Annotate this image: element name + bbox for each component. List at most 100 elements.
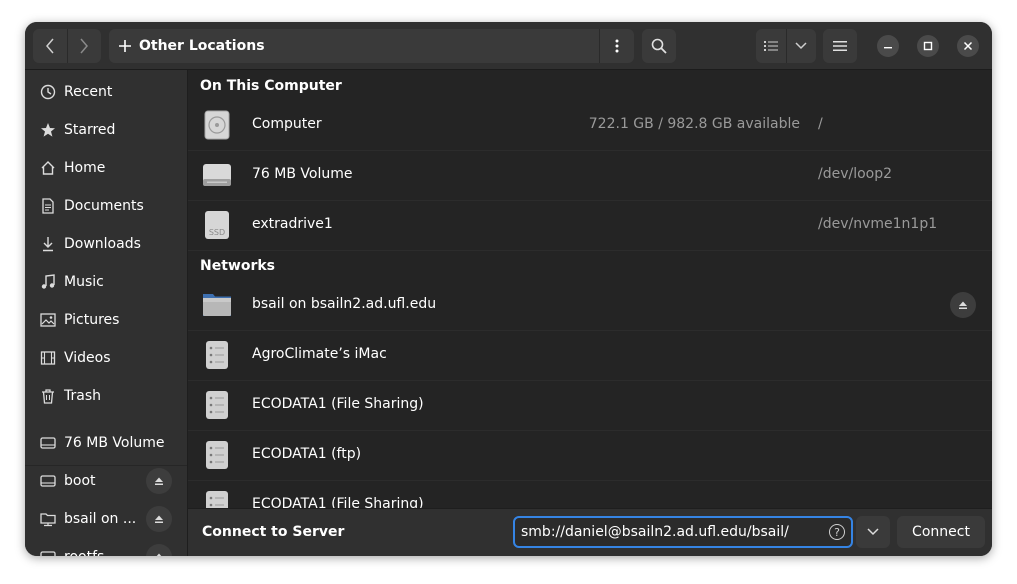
trash-icon	[39, 387, 57, 405]
section-heading-networks: Networks	[200, 258, 276, 274]
forward-button[interactable]	[67, 29, 101, 63]
minimize-icon	[884, 47, 892, 49]
sidebar-item-label: Recent	[64, 84, 113, 100]
maximize-icon	[923, 41, 933, 51]
location-row-bsail[interactable]: bsail on bsailn2.ad.ufl.edu	[188, 280, 992, 331]
hamburger-icon	[833, 41, 847, 51]
other-locations-view: On This Computer Computer 722.1 GB / 982…	[188, 70, 992, 508]
sidebar-item-label: Home	[64, 160, 106, 176]
eject-button[interactable]	[146, 506, 172, 532]
location-path: /dev/nvme1n1p1	[818, 216, 938, 232]
location-path: /	[818, 116, 823, 132]
location-row-ecodata1-file-sharing-2[interactable]: ECODATA1 (File Sharing)	[188, 480, 992, 508]
view-options-button[interactable]	[787, 29, 817, 63]
sidebar-item-home[interactable]: Home	[25, 149, 187, 187]
list-view-icon	[763, 41, 778, 51]
sidebar-item-videos[interactable]: Videos	[25, 339, 187, 377]
sidebar-item-label: boot	[64, 473, 96, 489]
location-name: AgroClimate’s iMac	[252, 346, 387, 362]
chevron-down-icon	[867, 528, 879, 536]
location-name: ECODATA1 (ftp)	[252, 446, 362, 462]
location-row-76mb-volume[interactable]: 76 MB Volume /dev/loop2	[188, 150, 992, 201]
eject-icon	[156, 553, 162, 556]
places-sidebar: Recent Starred Home Documents Downloads …	[25, 70, 188, 556]
sidebar-item-starred[interactable]: Starred	[25, 111, 187, 149]
sidebar-item-music[interactable]: Music	[25, 263, 187, 301]
location-name: extradrive1	[252, 216, 333, 232]
sidebar-device-rootfs[interactable]: rootfs	[25, 538, 187, 556]
ssd-label: SSD	[209, 228, 225, 237]
location-label: Other Locations	[139, 38, 265, 54]
location-crumb-other-locations[interactable]: Other Locations	[109, 29, 599, 63]
location-bar: Other Locations	[109, 29, 634, 63]
main-menu-button[interactable]	[823, 29, 857, 63]
help-icon[interactable]: ?	[829, 524, 845, 540]
connect-to-server-bar: Connect to Server ? Connect	[188, 508, 992, 556]
eject-button[interactable]	[146, 468, 172, 494]
chevron-down-icon	[795, 42, 807, 50]
sidebar-item-label: bsail on ...	[64, 511, 137, 527]
hard-disk-icon	[204, 110, 230, 140]
location-menu-button[interactable]	[599, 29, 634, 63]
drive-icon	[39, 472, 57, 490]
picture-icon	[39, 311, 57, 329]
location-row-extradrive1[interactable]: SSD extradrive1 /dev/nvme1n1p1	[188, 200, 992, 251]
drive-icon	[203, 164, 231, 186]
eject-button[interactable]	[146, 544, 172, 556]
location-row-agroclimate-imac[interactable]: AgroClimate’s iMac	[188, 330, 992, 381]
sidebar-item-label: Documents	[64, 198, 144, 214]
ssd-icon: SSD	[205, 211, 229, 239]
minimize-button[interactable]	[877, 35, 899, 57]
server-icon	[206, 441, 228, 469]
sidebar-item-trash[interactable]: Trash	[25, 377, 187, 415]
sidebar-item-label: Pictures	[64, 312, 120, 328]
drive-icon	[39, 434, 57, 452]
sidebar-item-label: 76 MB Volume	[64, 435, 165, 451]
view-group	[756, 29, 816, 63]
location-name: ECODATA1 (File Sharing)	[252, 396, 424, 412]
eject-icon	[155, 477, 163, 485]
sidebar-device-bsail[interactable]: bsail on ...	[25, 500, 187, 538]
sidebar-item-recent[interactable]: Recent	[25, 73, 187, 111]
location-row-ecodata1-file-sharing[interactable]: ECODATA1 (File Sharing)	[188, 380, 992, 431]
connect-button[interactable]: Connect	[897, 516, 985, 548]
location-row-computer[interactable]: Computer 722.1 GB / 982.8 GB available /	[188, 100, 992, 151]
network-folder-icon	[203, 294, 231, 316]
star-icon	[39, 121, 57, 139]
location-row-ecodata1-ftp[interactable]: ECODATA1 (ftp)	[188, 430, 992, 481]
sidebar-item-label: Videos	[64, 350, 111, 366]
music-note-icon	[39, 273, 57, 291]
list-view-button[interactable]	[756, 29, 786, 63]
header-bar: Other Locations	[25, 22, 992, 70]
search-icon	[651, 38, 667, 54]
location-name: bsail on bsailn2.ad.ufl.edu	[252, 296, 437, 312]
sidebar-item-label: rootfs	[64, 549, 104, 556]
close-button[interactable]	[957, 35, 979, 57]
server-address-input[interactable]	[521, 521, 821, 543]
sidebar-item-documents[interactable]: Documents	[25, 187, 187, 225]
sidebar-item-downloads[interactable]: Downloads	[25, 225, 187, 263]
plus-icon	[119, 40, 131, 52]
eject-button[interactable]	[950, 292, 976, 318]
server-address-field[interactable]: ?	[513, 516, 853, 548]
maximize-button[interactable]	[917, 35, 939, 57]
clock-icon	[39, 83, 57, 101]
drive-icon	[39, 548, 57, 556]
location-name: Computer	[252, 116, 322, 132]
vertical-dots-icon	[615, 39, 619, 53]
sidebar-item-label: Trash	[64, 388, 101, 404]
recent-servers-dropdown[interactable]	[856, 516, 890, 548]
location-name: ECODATA1 (File Sharing)	[252, 496, 424, 508]
sidebar-item-label: Starred	[64, 122, 116, 138]
download-icon	[39, 235, 57, 253]
history-nav-group	[33, 29, 101, 63]
film-icon	[39, 349, 57, 367]
sidebar-device-boot[interactable]: boot	[25, 462, 187, 500]
sidebar-device-76mb-volume[interactable]: 76 MB Volume	[25, 424, 187, 462]
sidebar-item-pictures[interactable]: Pictures	[25, 301, 187, 339]
search-button[interactable]	[642, 29, 676, 63]
eject-icon	[155, 515, 163, 523]
location-path: /dev/loop2	[818, 166, 893, 182]
sidebar-item-label: Downloads	[64, 236, 141, 252]
back-button[interactable]	[33, 29, 67, 63]
